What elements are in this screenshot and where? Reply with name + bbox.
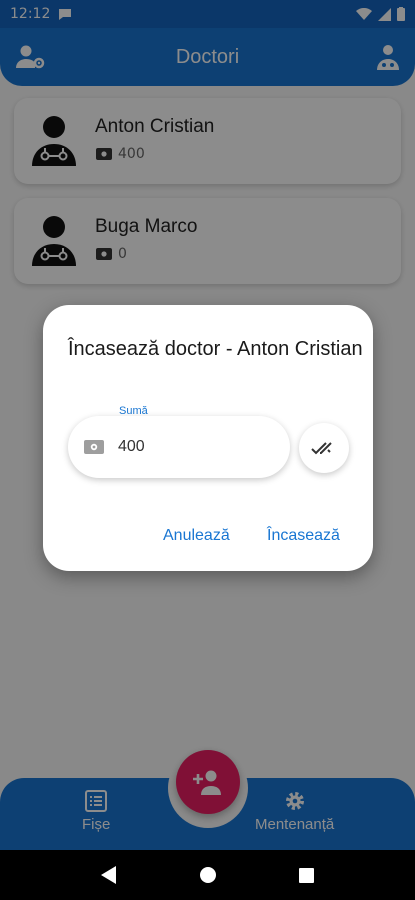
cancel-button[interactable]: Anulează bbox=[163, 527, 230, 545]
collect-button[interactable]: Încasează bbox=[267, 527, 340, 545]
back-icon[interactable] bbox=[101, 866, 117, 884]
dialog-title: Încasează doctor - Anton Cristian bbox=[68, 338, 363, 360]
amount-field[interactable] bbox=[68, 416, 290, 478]
collect-payment-dialog: Încasează doctor - Anton Cristian Sumă A… bbox=[43, 305, 373, 571]
double-check-icon bbox=[311, 442, 332, 455]
system-navigation-bar bbox=[0, 850, 415, 900]
confirm-amount-button[interactable] bbox=[299, 423, 349, 473]
home-icon[interactable] bbox=[199, 867, 216, 883]
money-icon bbox=[84, 440, 104, 454]
amount-input[interactable] bbox=[118, 432, 268, 462]
recents-icon[interactable] bbox=[298, 867, 314, 883]
